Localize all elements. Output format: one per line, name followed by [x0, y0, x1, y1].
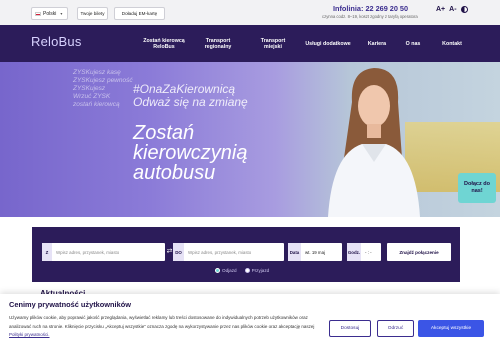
- cookie-text: Używamy plików cookie, aby poprawić jako…: [9, 314, 327, 340]
- cookie-title: Cenimy prywatność użytkowników: [9, 300, 131, 309]
- hero-banner: ZYSKujesz kasę ZYSKujesz pewność ZYSKuje…: [0, 62, 500, 217]
- main-navigation: ReloBus Zostań kierowcą ReloBus Transpor…: [0, 25, 500, 62]
- hero-title: Zostań kierowczynią autobusu: [133, 122, 248, 184]
- cookie-reject-button[interactable]: Odrzuć: [377, 320, 414, 337]
- find-connection-button[interactable]: Znajdź połączenie: [387, 243, 451, 261]
- infoline: Infolinia: 22 269 20 50: [333, 4, 408, 13]
- hero-background-text: ZYSKujesz kasę ZYSKujesz pewność ZYSKuje…: [73, 69, 133, 108]
- nav-item-become-driver[interactable]: Zostań kierowcą ReloBus: [142, 25, 186, 62]
- top-utility-bar: Polski ▾ Twoje bilety Doładuj EM-kartę I…: [0, 0, 500, 25]
- date-value: wt. 19 maj: [305, 249, 326, 255]
- nav-item-regional-transport[interactable]: Transport regionalny: [195, 25, 241, 62]
- connection-search-form: Z Wpisz adres, przystanek, miasto ⇄ DO W…: [32, 227, 460, 282]
- join-us-button[interactable]: Dołącz do nas!: [458, 173, 496, 203]
- radio-unselected-icon: [244, 268, 250, 273]
- chevron-down-icon: ▾: [60, 11, 63, 16]
- time-label: Godz.: [347, 243, 361, 261]
- nav-item-contact[interactable]: Kontakt: [432, 25, 472, 62]
- contrast-icon[interactable]: [460, 6, 468, 13]
- to-placeholder: Wpisz adres, przystanek, miasto: [188, 249, 252, 255]
- from-prefix: Z: [42, 243, 52, 261]
- swap-icon[interactable]: ⇄: [166, 247, 173, 256]
- nav-item-city-transport[interactable]: Transport miejski: [252, 25, 294, 62]
- radio-arrival[interactable]: Przyjazd: [244, 268, 270, 273]
- radio-arrival-label: Przyjazd: [251, 268, 270, 273]
- to-prefix: DO: [173, 243, 184, 261]
- top-up-card-button[interactable]: Doładuj EM-kartę: [114, 7, 165, 20]
- radio-departure[interactable]: Odjazd: [215, 268, 237, 273]
- infoline-label: Infolinia:: [333, 4, 364, 13]
- departure-arrival-toggle: Odjazd Przyjazd: [215, 268, 269, 273]
- tickets-button[interactable]: Twoje bilety: [77, 7, 108, 20]
- cookie-body: Używamy plików cookie, aby poprawić jako…: [9, 315, 315, 329]
- language-label: Polski: [43, 10, 57, 17]
- language-select[interactable]: Polski ▾: [31, 7, 68, 20]
- font-decrease-button[interactable]: A-: [449, 6, 456, 13]
- polish-flag-icon: [35, 11, 41, 16]
- nav-item-career[interactable]: Kariera: [359, 25, 395, 62]
- logo[interactable]: ReloBus: [31, 34, 82, 49]
- infoline-hours: czynna codz. 8–19, koszt zgodny z taryfą…: [322, 14, 418, 19]
- from-field[interactable]: Z Wpisz adres, przystanek, miasto: [42, 243, 165, 261]
- radio-departure-label: Odjazd: [222, 268, 237, 273]
- time-field[interactable]: Godz. - : -: [347, 243, 381, 261]
- to-field[interactable]: DO Wpisz adres, przystanek, miasto: [173, 243, 284, 261]
- time-value: - : -: [365, 249, 372, 255]
- from-placeholder: Wpisz adres, przystanek, miasto: [56, 249, 120, 255]
- cookie-banner: Cenimy prywatność użytkowników Używamy p…: [0, 294, 500, 348]
- driver-photo: [328, 68, 420, 217]
- radio-selected-icon: [215, 268, 220, 273]
- infoline-number[interactable]: 22 269 20 50: [365, 4, 408, 13]
- hero-hashtag: #OnaZaKierownicą: [133, 82, 236, 96]
- date-label: Data: [288, 243, 301, 261]
- privacy-policy-link[interactable]: Polityki prywatności.: [9, 332, 50, 337]
- cookie-customize-button[interactable]: Dostosuj: [329, 320, 371, 337]
- nav-item-about[interactable]: O nas: [399, 25, 427, 62]
- nav-item-additional-services[interactable]: Usługi dodatkowe: [305, 25, 351, 62]
- accessibility-controls: A+ A-: [436, 6, 468, 13]
- date-field[interactable]: Data wt. 19 maj: [288, 243, 342, 261]
- hero-slogan: Odważ się na zmianę: [133, 95, 248, 109]
- font-increase-button[interactable]: A+: [436, 6, 445, 13]
- cookie-accept-all-button[interactable]: Akceptuj wszystkie: [418, 320, 484, 337]
